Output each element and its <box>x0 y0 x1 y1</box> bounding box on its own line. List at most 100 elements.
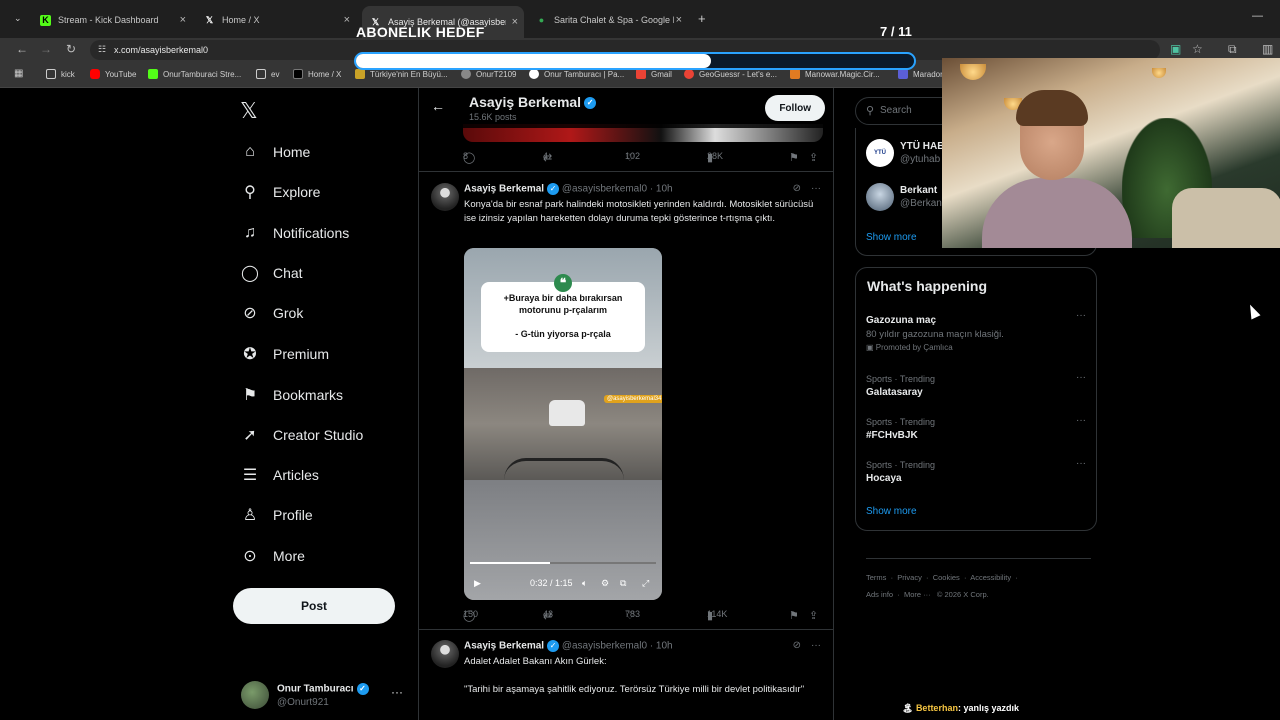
bookmark-kick[interactable]: kick <box>46 69 75 79</box>
back-arrow-icon[interactable]: ← <box>16 42 28 56</box>
more-options-icon[interactable]: ··· <box>811 183 821 194</box>
tweet-author-name[interactable]: Asayiş Berkemal <box>464 184 544 195</box>
webcam-chair <box>1172 188 1280 248</box>
sidebar-item-explore[interactable]: ⚲ Explore <box>240 177 320 207</box>
sidebar-item-profile[interactable]: ♙ Profile <box>240 500 313 530</box>
more-options-icon[interactable]: ··· <box>1076 372 1086 383</box>
account-switcher[interactable]: Onur Tamburacı ✓ @Onurt921 ··· <box>241 681 411 711</box>
avatar <box>866 183 894 211</box>
video-car <box>549 400 585 426</box>
bookmark-onurtamburaci-stream[interactable]: OnurTamburaci Stre... <box>148 69 241 79</box>
footer-link-ads-info[interactable]: Ads info <box>866 590 893 599</box>
bookmark-youtube[interactable]: YouTube <box>90 69 136 79</box>
settings-gear-icon[interactable]: ⚙ <box>601 578 609 589</box>
tab-sarita-chalet[interactable]: ● Sarita Chalet & Spa - Google H... × <box>528 8 688 32</box>
suggestion-name: Berkant <box>900 185 938 196</box>
grok-icon[interactable]: ⊘ <box>793 640 801 651</box>
footer-link-privacy[interactable]: Privacy <box>897 573 922 582</box>
timeline-column[interactable]: ← Asayiş Berkemal ✓ 15.6K posts Follow ◯ 8… <box>418 88 834 720</box>
volume-icon[interactable]: 🔈︎ <box>582 578 587 589</box>
rocket-icon: ➚ <box>243 427 257 444</box>
suggestion-name: YTÜ HAB <box>900 141 945 152</box>
close-tab-icon[interactable]: × <box>512 16 518 28</box>
footer-link-accessibility[interactable]: Accessibility <box>970 573 1011 582</box>
bookmark-home-x[interactable]: Home / X <box>293 69 341 79</box>
bookmark-onur-tamburaci-pa[interactable]: Onur Tamburacı | Pa... <box>529 69 624 79</box>
new-tab-icon[interactable]: + <box>698 11 706 26</box>
back-arrow-icon[interactable]: ← <box>431 98 445 114</box>
apps-grid-icon[interactable]: ▦ <box>14 68 23 79</box>
trend-item[interactable]: Sports · Trending Hocaya ··· <box>866 458 1086 484</box>
install-app-icon[interactable]: ▣ <box>1170 42 1181 56</box>
site-info-icon[interactable]: ☷ <box>98 44 106 55</box>
sidebar-item-more[interactable]: ⊙ More <box>240 541 305 571</box>
video-caption-line-1: +Buraya bir daha bırakırsan motorunu p-r… <box>503 293 623 315</box>
video-progress-bar[interactable] <box>470 562 656 564</box>
footer-link-more[interactable]: More ··· <box>904 590 931 599</box>
tweet-video[interactable]: @asayisberkemal34 +Buraya bir daha bırak… <box>464 248 662 600</box>
tweet-avatar[interactable] <box>431 640 459 668</box>
x-logo-icon[interactable]: 𝕏 <box>240 98 258 124</box>
tweet-text-line-1: Adalet Adalet Bakanı Akın Gürlek: <box>464 656 607 667</box>
bookmark-turkiye[interactable]: Türkiye'nin En Büyü... <box>355 69 448 79</box>
close-tab-icon[interactable]: × <box>180 14 186 26</box>
show-more-link[interactable]: Show more <box>866 506 917 517</box>
bookmark-geoguessr[interactable]: GeoGuessr - Let's e... <box>684 69 777 79</box>
bookmark-ev[interactable]: ev <box>256 69 279 79</box>
mouse-cursor-icon <box>1245 302 1261 320</box>
bookmark-maradon[interactable]: Maradon <box>898 69 945 79</box>
trend-item[interactable]: Sports · Trending Galatasaray ··· <box>866 372 1086 398</box>
more-options-icon[interactable]: ··· <box>1076 310 1086 321</box>
tweet-author-name[interactable]: Asayiş Berkemal <box>464 641 544 652</box>
tweet-author-handle[interactable]: @asayisberkemal0 <box>562 184 647 195</box>
bookmark-star-icon[interactable]: ☆ <box>1192 42 1203 56</box>
minimize-window-icon[interactable]: — <box>1252 10 1263 22</box>
post-button[interactable]: Post <box>233 588 395 624</box>
sidebar-item-notifications[interactable]: ♫ Notifications <box>240 218 349 248</box>
close-tab-icon[interactable]: × <box>344 14 350 26</box>
sidebar-item-home[interactable]: ⌂ Home <box>240 137 310 167</box>
more-options-icon[interactable]: ··· <box>811 640 821 651</box>
play-icon[interactable]: ▶ <box>474 578 481 589</box>
sidebar-item-grok[interactable]: ⊘ Grok <box>240 298 303 328</box>
tweet-author-handle[interactable]: @asayisberkemal0 <box>562 641 647 652</box>
sidebar-item-bookmarks[interactable]: ⚑ Bookmarks <box>240 380 343 410</box>
tab-kick-dashboard[interactable]: K Stream - Kick Dashboard × <box>32 8 192 32</box>
tweet-avatar[interactable] <box>431 183 459 211</box>
trend-item[interactable]: Sports · Trending #FCHvBJK ··· <box>866 415 1086 441</box>
bookmark-onurt2109[interactable]: OnurT2109 <box>461 69 516 79</box>
follow-button[interactable]: Follow <box>765 95 825 121</box>
reload-icon[interactable]: ↻ <box>66 42 76 56</box>
tab-home-x[interactable]: 𝕏 Home / X × <box>196 8 356 32</box>
sidebar-item-label: Profile <box>273 507 313 523</box>
fullscreen-icon[interactable]: ⤢ <box>642 578 649 589</box>
forward-arrow-icon[interactable]: → <box>40 42 52 56</box>
sidebar-item-articles[interactable]: ☰ Articles <box>240 460 319 490</box>
trend-item[interactable]: Gazozuna maç 80 yıldır gazozuna maçın kl… <box>866 310 1086 352</box>
close-tab-icon[interactable]: × <box>676 14 682 26</box>
footer-link-terms[interactable]: Terms <box>866 573 886 582</box>
bookmark-manowar[interactable]: Manowar.Magic.Cir... <box>790 69 880 79</box>
tab-list-dropdown-icon[interactable]: ⌄ <box>14 13 22 24</box>
sidebar-item-premium[interactable]: ✪ Premium <box>240 339 329 369</box>
video-controls: ▶ 0:32 / 1:15 🔈︎ ⚙ ⧉ ⤢ <box>464 574 662 594</box>
profile-header: ← Asayiş Berkemal ✓ 15.6K posts Follow <box>419 88 833 128</box>
more-circle-icon: ⊙ <box>243 548 257 565</box>
more-options-icon[interactable]: ··· <box>1076 415 1086 426</box>
tweet-timestamp[interactable]: 10h <box>656 641 673 652</box>
video-motorcycle-handlebar <box>504 458 624 480</box>
verified-badge-icon: ✓ <box>547 640 560 652</box>
show-more-link[interactable]: Show more <box>866 232 917 243</box>
split-view-icon[interactable]: ▥ <box>1262 42 1273 56</box>
picture-in-picture-icon[interactable]: ⧉ <box>620 578 626 589</box>
grok-icon[interactable]: ⊘ <box>793 183 801 194</box>
extensions-icon[interactable]: ⧉ <box>1228 42 1237 57</box>
more-options-icon[interactable]: ··· <box>1076 458 1086 469</box>
bookmark-gmail[interactable]: Gmail <box>636 69 672 79</box>
sidebar-item-creator-studio[interactable]: ➚ Creator Studio <box>240 420 363 450</box>
bookmark-icon: ⚑ <box>242 387 258 404</box>
footer-link-cookies[interactable]: Cookies <box>933 573 960 582</box>
tweet-timestamp[interactable]: 10h <box>656 184 673 195</box>
sidebar-item-chat[interactable]: ◯ Chat <box>240 258 303 288</box>
more-options-icon[interactable]: ··· <box>391 685 403 699</box>
